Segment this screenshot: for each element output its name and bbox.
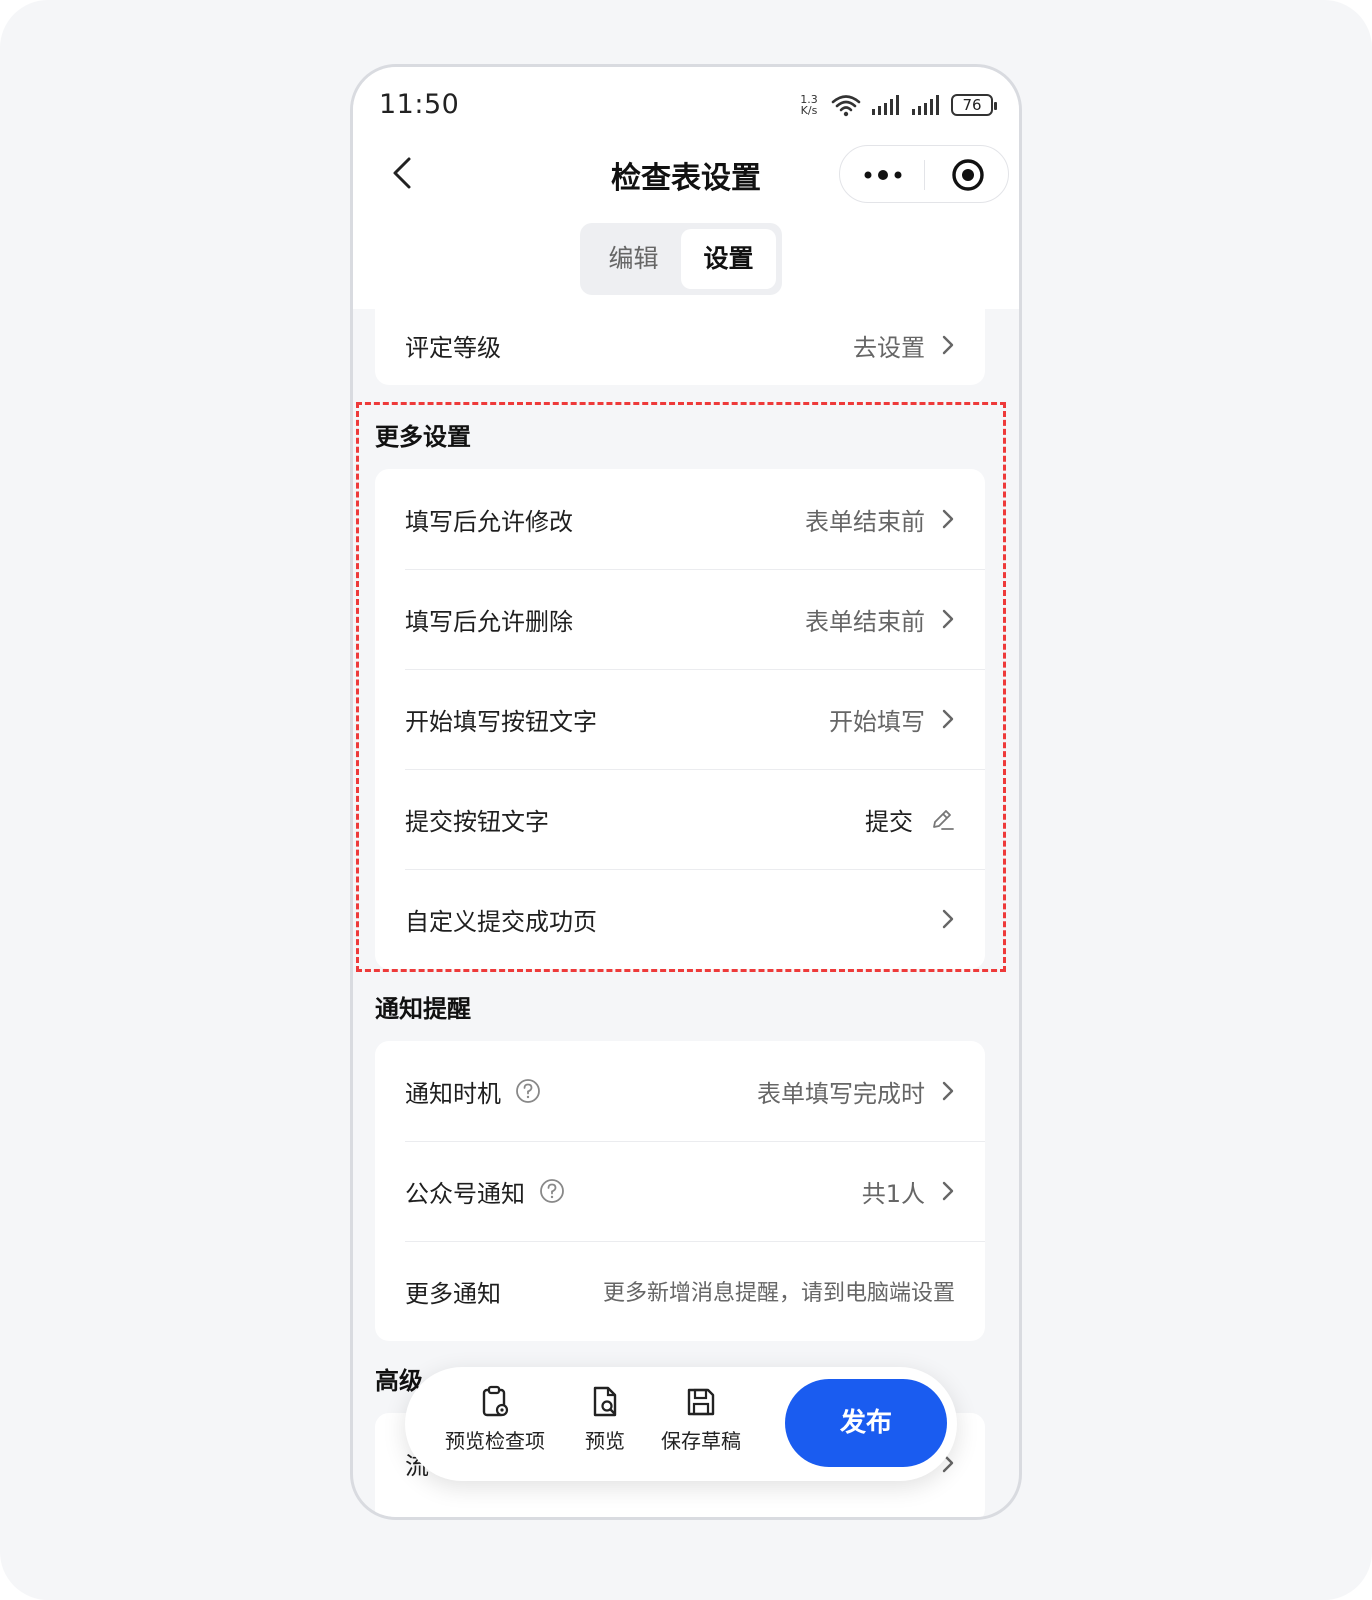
section-title-more-settings: 更多设置 xyxy=(375,423,471,451)
notify-row-timing[interactable]: 通知时机 表单填写完成时 xyxy=(375,1041,985,1141)
notify-label-text: 通知时机 xyxy=(405,1079,501,1108)
rating-card: 评定等级 去设置 xyxy=(375,305,985,385)
help-question-icon[interactable] xyxy=(515,1078,541,1104)
chevron-right-icon xyxy=(942,1081,954,1101)
clipboard-check-icon xyxy=(482,1385,509,1417)
more-dots-icon[interactable] xyxy=(860,160,906,190)
notify-value-text: 共1人 xyxy=(861,1179,925,1208)
notify-row-more: 更多通知 更多新增消息提醒，请到电脑端设置 xyxy=(375,1241,985,1341)
phone-frame: 11:50 1.3 K/s 76 检查表设置 编辑 设置 评定等级 去设置 更多… xyxy=(350,64,1022,1520)
setting-label: 填写后允许修改 xyxy=(405,507,573,536)
notify-value-text: 表单填写完成时 xyxy=(757,1079,925,1108)
chevron-right-icon xyxy=(942,609,954,629)
preview-items-label: 预览检查项 xyxy=(445,1429,545,1453)
notify-hint: 更多新增消息提醒，请到电脑端设置 xyxy=(602,1281,955,1306)
save-disk-icon xyxy=(687,1388,715,1416)
chevron-right-icon xyxy=(942,335,954,355)
notify-label-text: 公众号通知 xyxy=(405,1179,525,1208)
notify-label: 公众号通知 xyxy=(405,1174,565,1209)
notify-value: 共1人 xyxy=(862,1174,955,1209)
rating-value: 去设置 xyxy=(853,328,955,363)
mini-program-capsule xyxy=(839,145,1009,203)
setting-value-text: 开始填写 xyxy=(829,707,925,736)
save-draft-label: 保存草稿 xyxy=(661,1429,741,1453)
signal-icon xyxy=(872,95,899,115)
preview-label: 预览 xyxy=(585,1429,625,1453)
notify-label: 通知时机 xyxy=(405,1074,541,1109)
header: 11:50 1.3 K/s 76 检查表设置 编辑 设置 xyxy=(353,67,1019,309)
rating-label: 评定等级 xyxy=(405,333,501,362)
notify-row-official-account[interactable]: 公众号通知 共1人 xyxy=(375,1141,985,1241)
setting-label: 提交按钮文字 xyxy=(405,807,549,836)
net-speed-unit: K/s xyxy=(800,104,818,117)
help-question-icon[interactable] xyxy=(539,1178,565,1204)
setting-value: 提交 xyxy=(865,802,955,837)
chevron-right-icon xyxy=(942,709,954,729)
setting-value-text: 表单结束前 xyxy=(805,507,925,536)
signal-icon-2 xyxy=(912,95,939,115)
preview-button[interactable]: 预览 xyxy=(585,1385,625,1454)
setting-value: 开始填写 xyxy=(829,702,955,737)
rating-row[interactable]: 评定等级 去设置 xyxy=(375,305,985,385)
publish-button[interactable]: 发布 xyxy=(785,1379,947,1467)
notify-label-text: 更多通知 xyxy=(405,1279,501,1308)
battery-icon: 76 xyxy=(951,94,997,116)
rating-value-text: 去设置 xyxy=(853,333,925,362)
document-search-icon xyxy=(593,1386,617,1417)
setting-label: 填写后允许删除 xyxy=(405,607,573,636)
setting-row-start-button-text[interactable]: 开始填写按钮文字 开始填写 xyxy=(375,669,985,769)
more-settings-card: 填写后允许修改 表单结束前 填写后允许删除 表单结束前 开始填写按钮文字 开始填… xyxy=(375,469,985,969)
status-time: 11:50 xyxy=(379,89,460,120)
net-speed: 1.3 K/s xyxy=(797,94,821,116)
tab-edit[interactable]: 编辑 xyxy=(586,229,681,289)
chevron-right-icon xyxy=(942,509,954,529)
setting-row-submit-button-text[interactable]: 提交按钮文字 提交 xyxy=(375,769,985,869)
setting-row-custom-success-page[interactable]: 自定义提交成功页 xyxy=(375,869,985,969)
close-target-icon[interactable] xyxy=(950,157,986,193)
segmented-tabs: 编辑 设置 xyxy=(580,223,782,295)
setting-row-allow-edit[interactable]: 填写后允许修改 表单结束前 xyxy=(375,469,985,569)
setting-value: 表单结束前 xyxy=(805,602,955,637)
setting-row-allow-delete[interactable]: 填写后允许删除 表单结束前 xyxy=(375,569,985,669)
section-title-notifications: 通知提醒 xyxy=(375,995,471,1023)
setting-value-text: 提交 xyxy=(865,807,913,836)
setting-label: 自定义提交成功页 xyxy=(405,907,597,936)
setting-label: 开始填写按钮文字 xyxy=(405,707,597,736)
preview-items-button[interactable]: 预览检查项 xyxy=(445,1385,545,1454)
edit-pencil-icon[interactable] xyxy=(929,806,955,832)
bottom-action-bar: 预览检查项 预览 保存草稿 发布 xyxy=(405,1367,957,1481)
chevron-right-icon xyxy=(942,909,954,929)
wifi-icon xyxy=(831,95,861,117)
chevron-right-icon xyxy=(942,1181,954,1201)
setting-value-text: 表单结束前 xyxy=(805,607,925,636)
setting-value: 表单结束前 xyxy=(805,502,955,537)
capsule-divider xyxy=(924,160,925,190)
notify-value: 表单填写完成时 xyxy=(757,1074,955,1109)
save-draft-button[interactable]: 保存草稿 xyxy=(661,1385,741,1454)
notifications-card: 通知时机 表单填写完成时 公众号通知 共1人 更多通知 更多新增消息提醒，请到电… xyxy=(375,1041,985,1341)
tab-settings[interactable]: 设置 xyxy=(681,229,776,289)
status-icons: 1.3 K/s 76 xyxy=(797,93,997,117)
setting-value xyxy=(941,907,955,931)
